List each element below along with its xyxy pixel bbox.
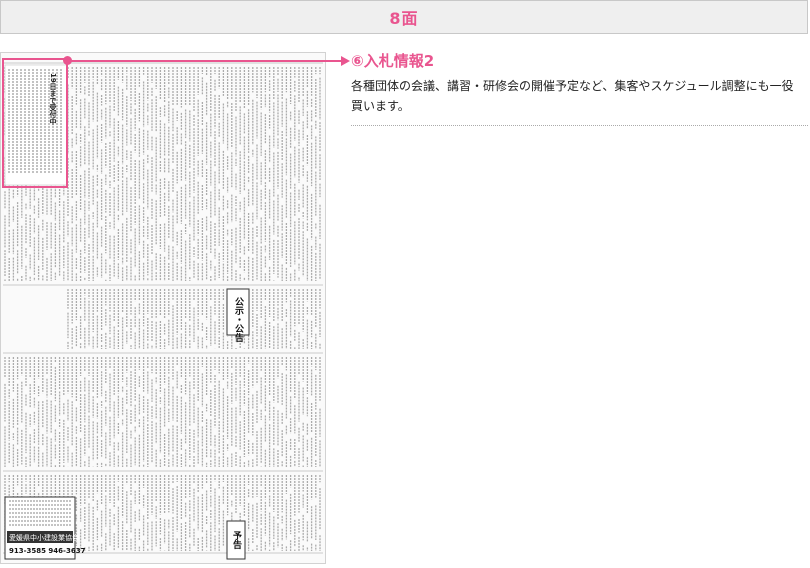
- callout-arrow-icon: [341, 56, 350, 66]
- newspaper-thumbnail[interactable]: 19日まで受付中公示・公告予告 愛媛県中小建設業協会 913-3585 946-36…: [0, 52, 326, 564]
- paper-notice-label: 予告: [231, 531, 242, 550]
- paper-box-label: 公示・公告: [233, 297, 244, 343]
- paper-headline: 19日まで受付中: [49, 73, 57, 126]
- newspaper-page-image: 19日まで受付中公示・公告予告 愛媛県中小建設業協会 913-3585 946-36…: [3, 62, 323, 560]
- page-title: 8面: [389, 9, 419, 28]
- dotted-divider: [351, 125, 808, 126]
- section-title: ⑥入札情報2: [351, 52, 435, 70]
- callout-line: [68, 60, 343, 62]
- paper-footer-phone: 913-3585 946-3637: [9, 547, 86, 555]
- paper-footer-org: 愛媛県中小建設業協会: [9, 533, 79, 542]
- section-description: 各種団体の会議、講習・研修会の開催予定など、集客やスケジュール調整にも一役買いま…: [351, 79, 794, 113]
- page-header: 8面: [0, 0, 808, 34]
